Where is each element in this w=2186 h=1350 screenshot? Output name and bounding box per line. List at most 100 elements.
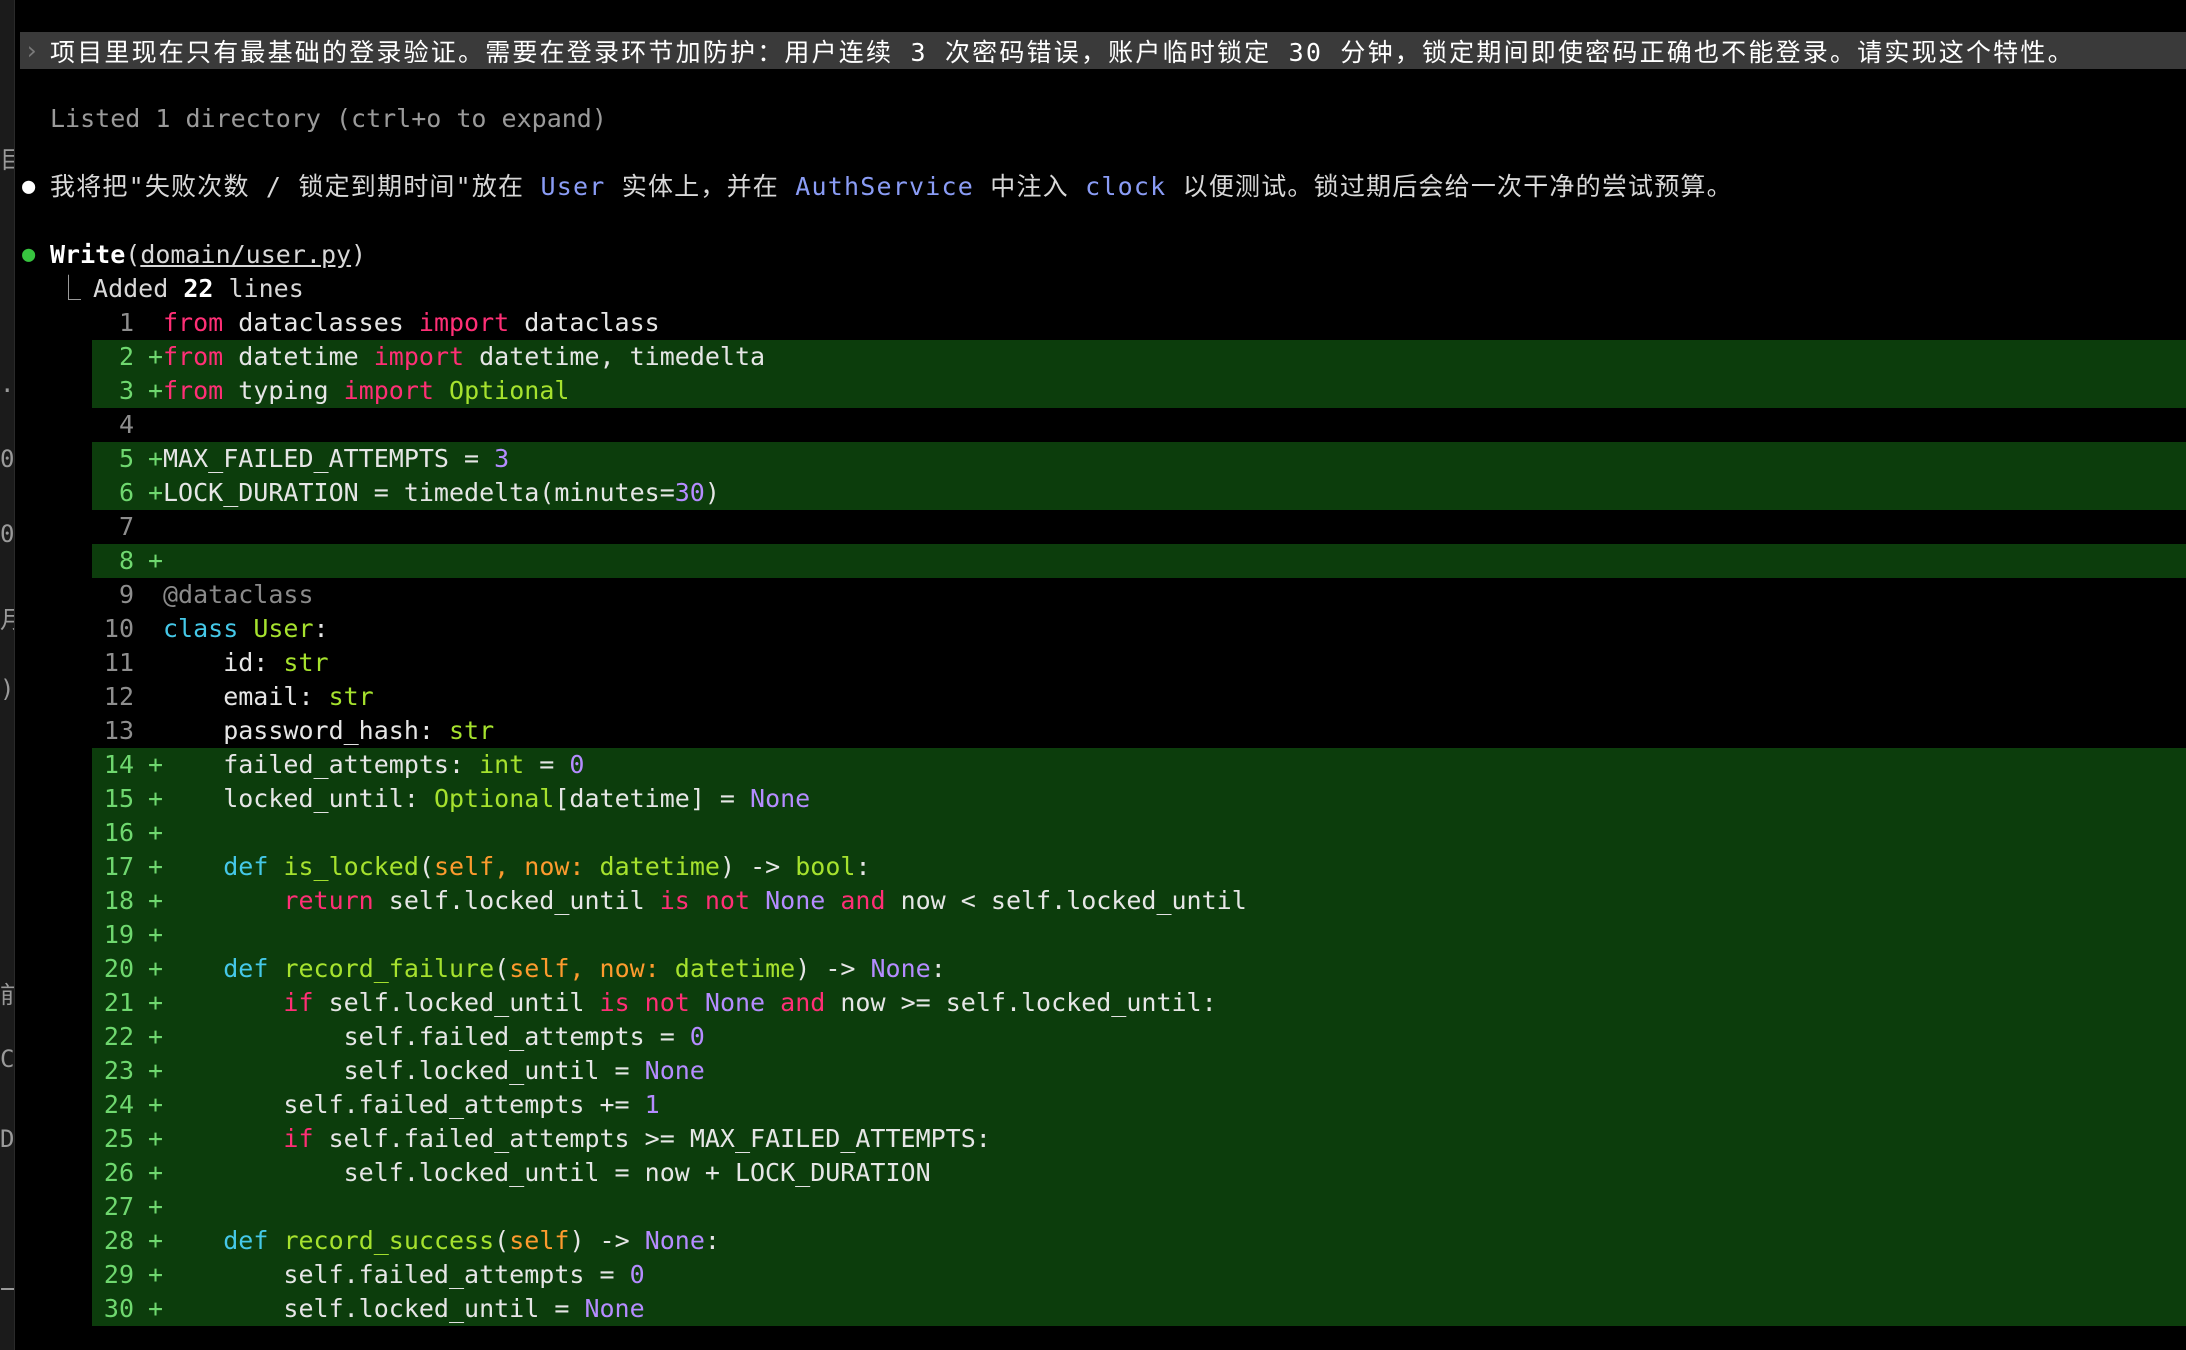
- diff-plus-marker-icon: +: [148, 954, 164, 983]
- diff-plus-marker-icon: +: [148, 444, 164, 473]
- code-token: record_success: [283, 1226, 495, 1255]
- diff-plus-marker-icon: +: [148, 1090, 164, 1119]
- code-token: (: [494, 954, 510, 983]
- code-token: :: [313, 614, 329, 643]
- code-token: str: [283, 648, 329, 677]
- clipped-edge-glyph: 目: [0, 146, 14, 174]
- code-text: LOCK_DURATION = timedelta(minutes=30): [163, 478, 720, 507]
- code-token: bool: [795, 852, 856, 881]
- code-token: None: [765, 886, 826, 915]
- code-text: class User:: [163, 614, 329, 643]
- tool-result-summary: ⎿ Added 22 lines: [56, 272, 304, 306]
- line-number: 24: [103, 1090, 134, 1119]
- code-token: None: [644, 1056, 705, 1085]
- code-token: self.locked_until =: [163, 1056, 645, 1085]
- code-token: :: [930, 954, 946, 983]
- diff-added-line: 6 +LOCK_DURATION = timedelta(minutes=30): [92, 476, 2186, 510]
- code-token: ): [704, 478, 720, 507]
- diff-plus-marker-icon: +: [148, 920, 164, 949]
- code-token: MAX_FAILED_ATTEMPTS =: [163, 444, 495, 473]
- code-token: datetime, timedelta: [464, 342, 766, 371]
- code-text: locked_until: Optional[datetime] = None: [163, 784, 810, 813]
- code-text: from dataclasses import dataclass: [163, 308, 660, 337]
- code-token: class: [163, 614, 239, 643]
- line-number: 27: [103, 1192, 134, 1221]
- diff-plus-marker-icon: +: [148, 1260, 164, 1289]
- line-number: 6: [118, 478, 134, 507]
- diff-plus-marker-icon: +: [148, 1192, 164, 1221]
- line-number: 22: [103, 1022, 134, 1051]
- code-token: now < self.locked_until: [885, 886, 1247, 915]
- user-prompt-bar: › 项目里现在只有最基础的登录验证。需要在登录环节加防护：用户连续 3 次密码错…: [20, 32, 2186, 69]
- diff-plus-marker-icon: +: [148, 750, 164, 779]
- code-token: is_locked: [283, 852, 419, 881]
- code-token: is not: [599, 988, 690, 1017]
- line-number: 21: [103, 988, 134, 1017]
- diff-added-line: 24 + self.failed_attempts += 1: [92, 1088, 2186, 1122]
- code-token: self, now:: [433, 852, 600, 881]
- added-line-count: 22: [183, 274, 214, 303]
- diff-blank-marker: [148, 612, 163, 646]
- listed-directory-note[interactable]: Listed 1 directory (ctrl+o to expand): [50, 102, 607, 136]
- code-token: dataclasses: [223, 308, 419, 337]
- line-number: 16: [103, 818, 134, 847]
- diff-added-line: 8 +: [92, 544, 2186, 578]
- code-token: self.locked_until =: [163, 1294, 585, 1323]
- code-text: self.locked_until = now + LOCK_DURATION: [163, 1158, 931, 1187]
- line-number: 11: [103, 648, 134, 677]
- diff-plus-marker-icon: +: [148, 478, 164, 507]
- code-text: self.failed_attempts += 1: [163, 1090, 659, 1119]
- code-token: None: [870, 954, 931, 983]
- clipped-edge-glyph: 前: [0, 981, 14, 1009]
- clipped-edge-glyph: 0: [0, 445, 14, 473]
- tool-call-header[interactable]: Write(domain/user.py): [50, 238, 366, 272]
- diff-added-line: 2 +from datetime import datetime, timedel…: [92, 340, 2186, 374]
- code-text: from datetime import datetime, timedelta: [163, 342, 765, 371]
- summary-prefix: Added: [93, 274, 184, 303]
- clipped-edge-glyph: 月: [0, 606, 14, 634]
- code-token: is not: [659, 886, 751, 915]
- diff-context-line: 10 class User:: [92, 612, 2186, 646]
- diff-added-line: 18 + return self.locked_until is not None…: [92, 884, 2186, 918]
- diff-plus-marker-icon: +: [148, 818, 164, 847]
- file-path-link[interactable]: domain/user.py: [140, 240, 351, 269]
- line-number: 2: [118, 342, 134, 371]
- code-token: return: [283, 886, 374, 915]
- diff-added-line: 27 +: [92, 1190, 2186, 1224]
- code-token: 0: [569, 750, 585, 779]
- code-token: None: [644, 1226, 705, 1255]
- diff-added-line: 28 + def record_success(self) -> None:: [92, 1224, 2186, 1258]
- code-token: typing: [223, 376, 344, 405]
- code-token: None: [584, 1294, 645, 1323]
- code-token: self.locked_until: [313, 988, 600, 1017]
- user-prompt-text: 项目里现在只有最基础的登录验证。需要在登录环节加防护：用户连续 3 次密码错误，…: [50, 37, 2075, 67]
- line-number: 10: [103, 614, 134, 643]
- tool-name: Write: [50, 240, 126, 269]
- user-entity-ref: User: [540, 172, 606, 201]
- code-token: import: [418, 308, 510, 337]
- code-token: def: [223, 852, 269, 881]
- code-text: self.locked_until = None: [163, 1056, 705, 1085]
- diff-added-line: 23 + self.locked_until = None: [92, 1054, 2186, 1088]
- diff-context-line: 7: [92, 510, 2186, 544]
- code-token: (: [494, 1226, 510, 1255]
- diff-plus-marker-icon: +: [148, 784, 164, 813]
- message-text: 我将把"失败次数 / 锁定到期时间"放在: [50, 172, 541, 201]
- diff-added-line: 15 + locked_until: Optional[datetime] = N…: [92, 782, 2186, 816]
- diff-plus-marker-icon: +: [148, 1226, 164, 1255]
- diff-context-line: 13 password_hash: str: [92, 714, 2186, 748]
- code-token: self: [509, 1226, 570, 1255]
- clipped-edge-glyph: ): [0, 675, 14, 703]
- diff-context-line: 9 @dataclass: [92, 578, 2186, 612]
- diff-plus-marker-icon: +: [148, 988, 164, 1017]
- diff-added-line: 19 +: [92, 918, 2186, 952]
- line-number: 9: [118, 580, 134, 609]
- code-token: datetime: [599, 852, 720, 881]
- diff-added-line: 20 + def record_failure(self, now: dateti…: [92, 952, 2186, 986]
